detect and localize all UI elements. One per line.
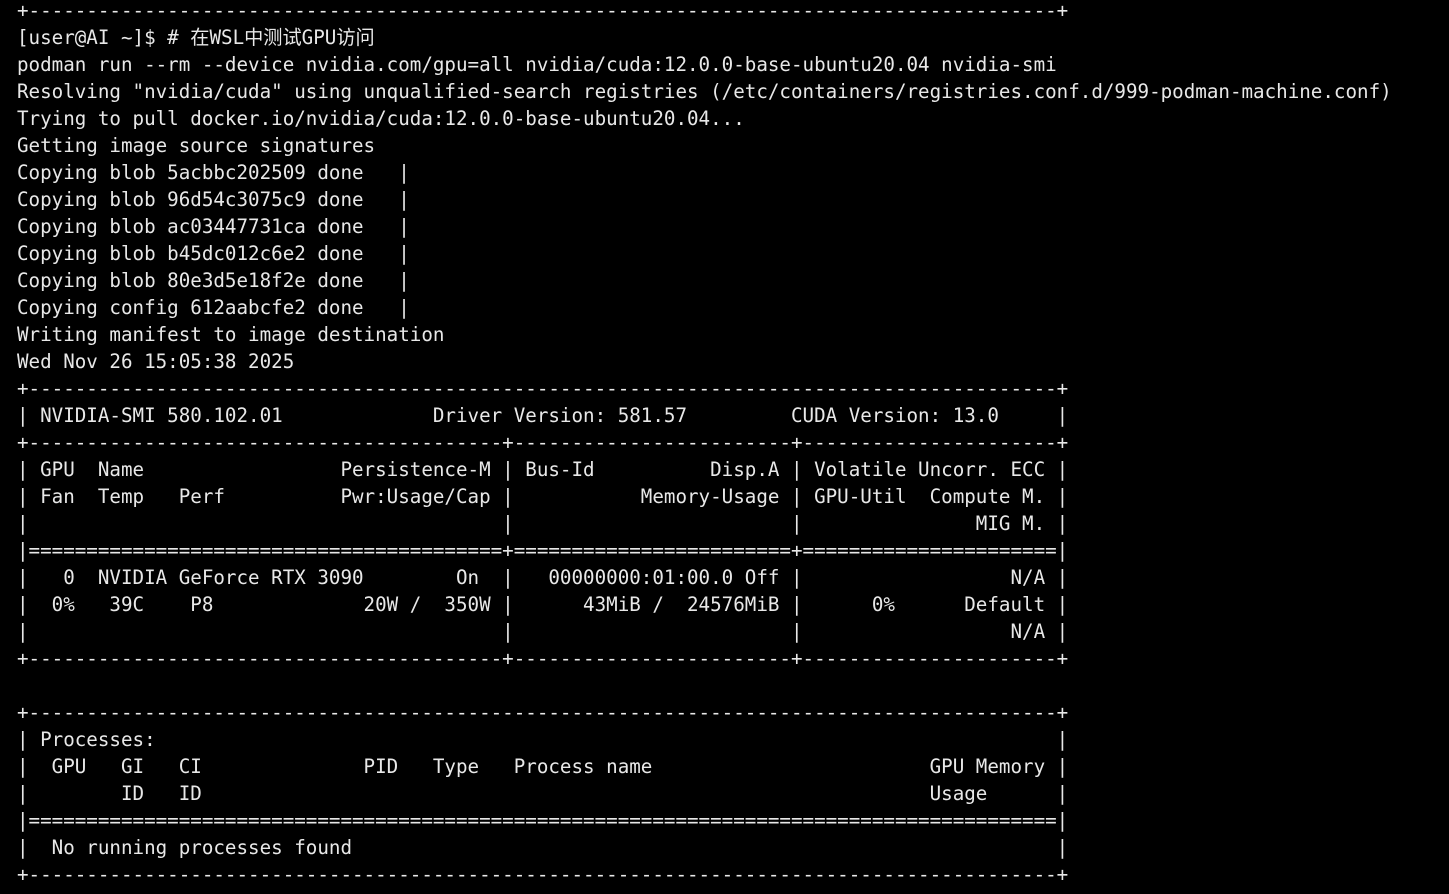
terminal-line: | GPU GI CI PID Type Process name GPU Me… bbox=[17, 755, 1069, 778]
terminal-line: Resolving "nvidia/cuda" using unqualifie… bbox=[17, 80, 1392, 103]
terminal-line: | ID ID Usage | bbox=[17, 782, 1069, 805]
terminal-line: +---------------------------------------… bbox=[17, 863, 1069, 886]
terminal-window[interactable]: +---------------------------------------… bbox=[0, 0, 1449, 894]
terminal-line: +---------------------------------------… bbox=[17, 0, 1069, 22]
terminal-line: | Fan Temp Perf Pwr:Usage/Cap | Memory-U… bbox=[17, 485, 1069, 508]
terminal-line: Writing manifest to image destination bbox=[17, 323, 445, 346]
terminal-line: | 0 NVIDIA GeForce RTX 3090 On | 0000000… bbox=[17, 566, 1069, 589]
terminal-line: Wed Nov 26 15:05:38 2025 bbox=[17, 350, 295, 373]
terminal-line: +---------------------------------------… bbox=[17, 647, 1069, 670]
terminal-line: | 0% 39C P8 20W / 350W | 43MiB / 24576Mi… bbox=[17, 593, 1069, 616]
terminal-line: +---------------------------------------… bbox=[17, 701, 1069, 724]
terminal-line: +---------------------------------------… bbox=[17, 377, 1069, 400]
terminal-line: | Processes: | bbox=[17, 728, 1069, 751]
terminal-output: +---------------------------------------… bbox=[17, 0, 1392, 888]
terminal-line: Copying blob b45dc012c6e2 done | bbox=[17, 242, 410, 265]
terminal-line: Trying to pull docker.io/nvidia/cuda:12.… bbox=[17, 107, 745, 130]
terminal-line: +---------------------------------------… bbox=[17, 431, 1069, 454]
terminal-line: [user@AI ~]$ # 在WSL中测试GPU访问 bbox=[17, 26, 375, 49]
terminal-line: Copying blob 80e3d5e18f2e done | bbox=[17, 269, 410, 292]
terminal-line: Copying blob ac03447731ca done | bbox=[17, 215, 410, 238]
terminal-line: |=======================================… bbox=[17, 809, 1069, 832]
terminal-line: Copying blob 5acbbc202509 done | bbox=[17, 161, 410, 184]
terminal-line: Copying blob 96d54c3075c9 done | bbox=[17, 188, 410, 211]
terminal-line: | | | MIG M. | bbox=[17, 512, 1069, 535]
terminal-line: | No running processes found | bbox=[17, 836, 1069, 859]
terminal-line: podman run --rm --device nvidia.com/gpu=… bbox=[17, 53, 1057, 76]
terminal-line: |=======================================… bbox=[17, 539, 1069, 562]
terminal-line: | NVIDIA-SMI 580.102.01 Driver Version: … bbox=[17, 404, 1069, 427]
terminal-line: | | | N/A | bbox=[17, 620, 1069, 643]
terminal-line: | GPU Name Persistence-M | Bus-Id Disp.A… bbox=[17, 458, 1069, 481]
terminal-line: Getting image source signatures bbox=[17, 134, 376, 157]
terminal-line: Copying config 612aabcfe2 done | bbox=[17, 296, 410, 319]
